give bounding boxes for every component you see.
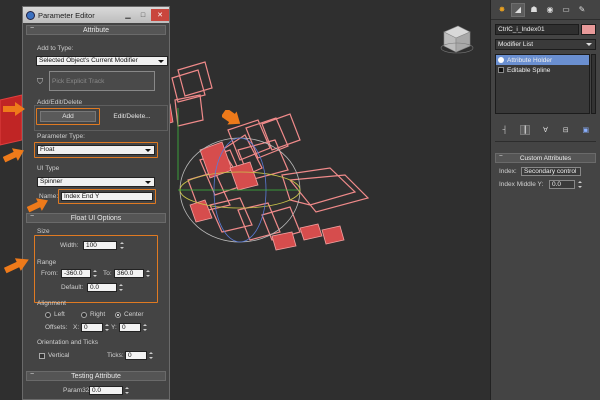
modifier-list-dropdown[interactable]: Modifier List bbox=[495, 39, 596, 50]
minimize-button[interactable]: ▁ bbox=[121, 9, 135, 21]
align-center-radio[interactable] bbox=[115, 312, 121, 318]
align-center-label: Center bbox=[124, 311, 144, 318]
ticks-spinner[interactable] bbox=[148, 351, 153, 360]
testing-attribute-rollout-header[interactable]: Testing Attribute bbox=[26, 371, 166, 381]
arrow-icon bbox=[3, 148, 24, 163]
add-to-type-label: Add to Type: bbox=[37, 45, 74, 52]
configure-sets-icon[interactable]: ▣ bbox=[581, 125, 591, 135]
name-highlight bbox=[58, 189, 156, 204]
command-panel-tabs: ✸ ◢ ☗ ◉ ▭ ✎ bbox=[491, 0, 600, 20]
stack-toolbar: ┤ ┃ ∀ ⊟ ▣ bbox=[495, 124, 596, 136]
spline-icon bbox=[498, 67, 504, 73]
offset-y-spinner[interactable] bbox=[142, 323, 147, 332]
param-label: Param32: bbox=[63, 387, 92, 394]
modify-tab-icon[interactable]: ◢ bbox=[511, 2, 525, 17]
parameter-type-highlight bbox=[34, 142, 158, 158]
attribute-rollout-header[interactable]: Attribute bbox=[26, 25, 166, 35]
stack-scrollbar[interactable] bbox=[591, 54, 596, 114]
arrow-icon bbox=[3, 102, 25, 116]
index-middle-spinner[interactable] bbox=[577, 180, 582, 189]
offsets-label: Offsets: bbox=[45, 324, 68, 331]
create-tab-icon[interactable]: ✸ bbox=[495, 3, 509, 17]
param-input[interactable]: 0.0 bbox=[89, 386, 123, 395]
command-panel: ✸ ◢ ☗ ◉ ▭ ✎ CtrlC_i_Index01 Modifier Lis… bbox=[490, 0, 600, 400]
stack-item-editable-spline[interactable]: Editable Spline bbox=[496, 65, 589, 75]
show-end-result-icon[interactable]: ┃ bbox=[520, 125, 531, 135]
align-left-label: Left bbox=[54, 311, 65, 318]
align-right-radio[interactable] bbox=[81, 312, 87, 318]
arrow-icon bbox=[4, 258, 29, 274]
add-to-type-dropdown[interactable]: Selected Object's Current Modifier bbox=[36, 56, 168, 66]
object-color-swatch[interactable] bbox=[581, 24, 596, 35]
ui-type-label: UI Type bbox=[37, 165, 60, 172]
vertical-checkbox[interactable] bbox=[39, 353, 45, 359]
edit-delete-button[interactable]: Edit/Delete... bbox=[101, 111, 163, 122]
maximize-button[interactable]: □ bbox=[136, 9, 150, 21]
index-middle-label: Index Middle Y: bbox=[499, 181, 544, 188]
viewcube-icon bbox=[440, 25, 474, 54]
size-label: Size bbox=[37, 228, 50, 235]
index-label: Index: bbox=[499, 168, 517, 175]
object-name-input[interactable]: CtrlC_i_Index01 bbox=[495, 24, 579, 35]
align-left-radio[interactable] bbox=[45, 312, 51, 318]
ticks-input[interactable]: 0 bbox=[125, 351, 147, 360]
param-spinner[interactable] bbox=[124, 386, 129, 395]
bulb-icon[interactable] bbox=[498, 57, 504, 63]
offset-x-input[interactable]: 0 bbox=[81, 323, 103, 332]
offset-y-label: Y: bbox=[111, 324, 117, 331]
add-highlight bbox=[36, 108, 100, 125]
vertical-label: Vertical bbox=[48, 352, 70, 359]
size-range-highlight bbox=[34, 235, 158, 303]
utilities-tab-icon[interactable]: ✎ bbox=[575, 3, 589, 17]
pick-icon: ⛉ bbox=[37, 77, 43, 86]
index-middle-input[interactable]: 0.0 bbox=[549, 180, 575, 189]
ticks-label: Ticks: bbox=[107, 352, 124, 359]
window-title: Parameter Editor bbox=[38, 10, 95, 20]
custom-attributes-rollout-header[interactable]: Custom Attributes bbox=[495, 153, 596, 163]
offset-x-spinner[interactable] bbox=[104, 323, 109, 332]
divider bbox=[495, 141, 596, 142]
remove-modifier-icon[interactable]: ⊟ bbox=[561, 125, 571, 135]
motion-tab-icon[interactable]: ◉ bbox=[543, 3, 557, 17]
close-button[interactable]: ✕ bbox=[151, 9, 169, 21]
float-ui-options-rollout-header[interactable]: Float UI Options bbox=[26, 213, 166, 223]
index-input[interactable]: Secondary control bbox=[521, 167, 581, 176]
stack-item-attribute-holder[interactable]: Attribute Holder bbox=[496, 55, 589, 65]
pick-explicit-track-button[interactable]: Pick Explicit Track bbox=[49, 71, 155, 91]
make-unique-icon[interactable]: ∀ bbox=[540, 125, 550, 135]
display-tab-icon[interactable]: ▭ bbox=[559, 3, 573, 17]
modifier-stack[interactable]: Attribute Holder Editable Spline bbox=[495, 54, 590, 114]
pin-stack-icon[interactable]: ┤ bbox=[500, 125, 510, 135]
orientation-label: Orientation and Ticks bbox=[37, 339, 99, 346]
window-titlebar[interactable]: Parameter Editor ▁ □ ✕ bbox=[23, 7, 169, 23]
app-icon bbox=[26, 10, 35, 20]
offset-x-label: X: bbox=[73, 324, 80, 331]
ui-type-dropdown[interactable]: Spinner bbox=[37, 177, 155, 187]
hierarchy-tab-icon[interactable]: ☗ bbox=[527, 3, 541, 17]
arrow-icon bbox=[27, 198, 48, 213]
alignment-label: Alignment bbox=[37, 300, 66, 307]
parameter-type-label: Parameter Type: bbox=[37, 133, 85, 140]
align-right-label: Right bbox=[90, 311, 106, 318]
arrow-icon bbox=[222, 110, 241, 125]
offset-y-input[interactable]: 0 bbox=[119, 323, 141, 332]
